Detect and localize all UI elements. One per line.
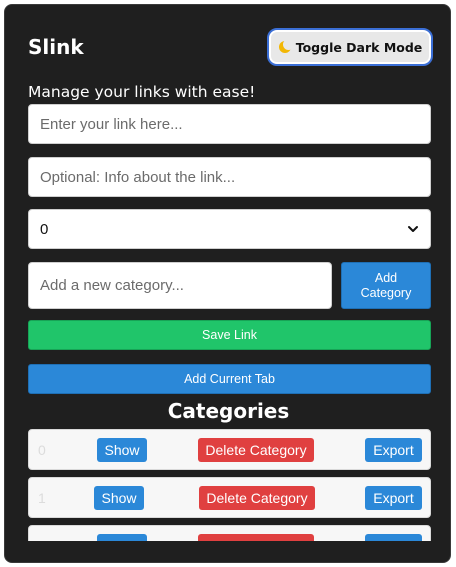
show-button[interactable]: Show [94, 486, 144, 510]
delete-category-button[interactable]: Delete Category [198, 534, 314, 541]
app-title: Slink [28, 35, 84, 59]
add-category-button[interactable]: Add Category [341, 262, 431, 309]
delete-category-button[interactable]: Delete Category [198, 438, 314, 462]
category-row: 0 Show Delete Category Export [28, 429, 431, 470]
category-select-value: 0 [40, 220, 49, 238]
delete-category-button[interactable]: Delete Category [199, 486, 315, 510]
link-info-input[interactable] [28, 157, 431, 197]
category-row: 1 Show Delete Category Export [28, 477, 431, 518]
export-button[interactable]: Export [365, 438, 422, 462]
new-category-input[interactable] [28, 262, 332, 309]
category-row: Show Delete Category Export [28, 525, 431, 541]
category-list[interactable]: 0 Show Delete Category Export 1 Show Del… [5, 429, 450, 541]
page-subtitle: Manage your links with ease! [28, 83, 256, 101]
moon-icon [278, 39, 294, 54]
show-button[interactable]: Show [97, 534, 147, 541]
category-name: 1 [38, 490, 46, 506]
save-link-button[interactable]: Save Link [28, 320, 431, 350]
export-button[interactable]: Export [365, 486, 422, 510]
category-select[interactable]: 0 [28, 209, 431, 249]
popup-panel: Slink Toggle Dark Mode Manage your links… [4, 4, 451, 563]
toggle-dark-mode-button[interactable]: Toggle Dark Mode [267, 28, 433, 66]
categories-heading: Categories [167, 399, 290, 423]
category-name: 0 [38, 442, 46, 458]
link-input[interactable] [28, 104, 431, 144]
show-button[interactable]: Show [97, 438, 147, 462]
add-current-tab-button[interactable]: Add Current Tab [28, 364, 431, 394]
export-button[interactable]: Export [365, 534, 422, 541]
toggle-dark-mode-label: Toggle Dark Mode [295, 39, 423, 55]
chevron-down-icon [407, 223, 419, 235]
